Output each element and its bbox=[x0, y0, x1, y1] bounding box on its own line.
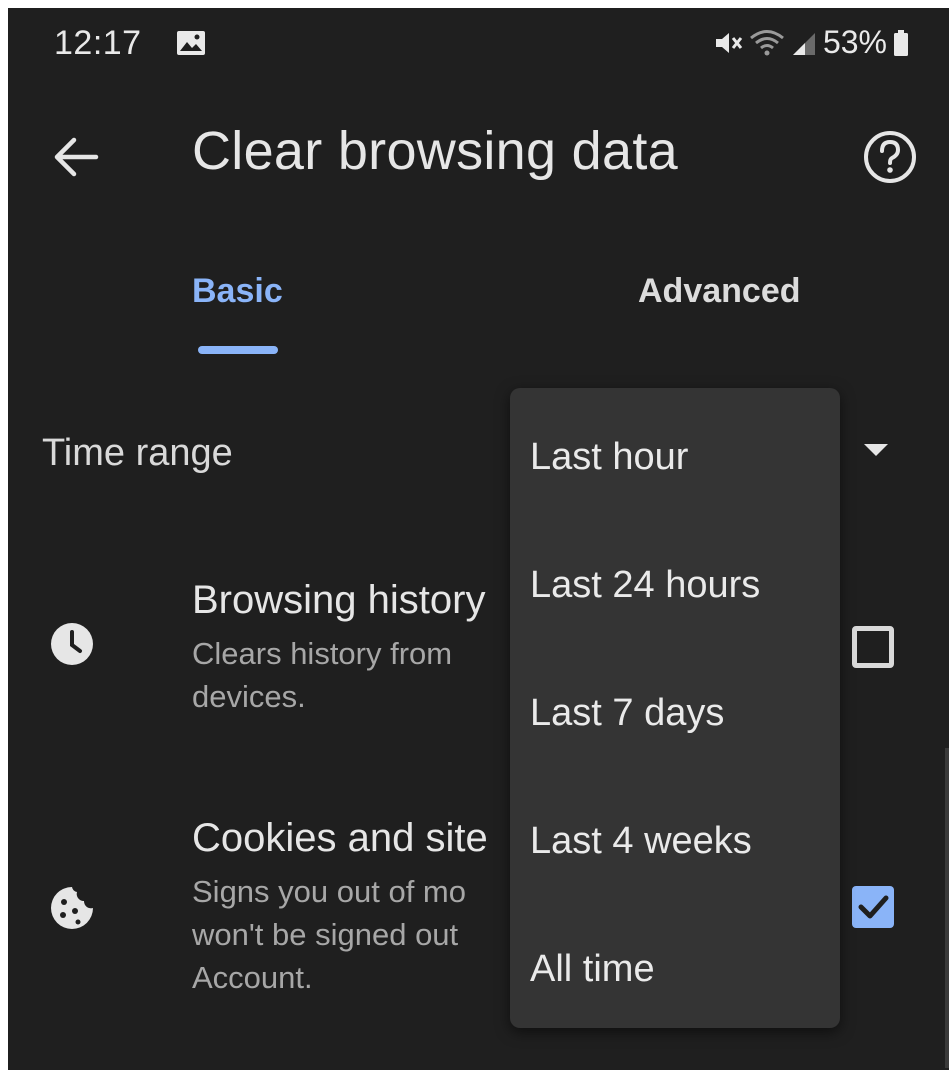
battery-icon bbox=[893, 29, 909, 57]
checkmark-icon bbox=[858, 895, 889, 919]
status-bar: 12:17 53% bbox=[8, 8, 949, 80]
back-arrow-icon[interactable] bbox=[50, 132, 100, 182]
tab-selected-indicator bbox=[198, 346, 278, 354]
browsing-history-checkbox[interactable] bbox=[852, 626, 894, 668]
page-title: Clear browsing data bbox=[192, 121, 678, 181]
cookie-icon bbox=[48, 884, 96, 932]
browsing-history-description-line: Clears history from bbox=[192, 636, 453, 671]
clock-icon bbox=[48, 620, 96, 668]
menu-option-last-4-weeks[interactable]: Last 4 weeks bbox=[530, 820, 752, 863]
cookies-checkbox[interactable] bbox=[852, 886, 894, 928]
battery-percent: 53% bbox=[822, 24, 887, 60]
dropdown-arrow-icon[interactable] bbox=[864, 444, 888, 458]
scrollbar[interactable] bbox=[945, 748, 949, 1068]
browsing-history-description-line: devices. bbox=[192, 679, 306, 714]
signal-icon bbox=[791, 29, 817, 57]
time-range-label: Time range bbox=[42, 432, 233, 474]
menu-option-last-hour[interactable]: Last hour bbox=[530, 436, 688, 479]
browsing-history-title: Browsing history bbox=[192, 578, 486, 622]
help-icon[interactable] bbox=[861, 128, 919, 186]
tab-basic[interactable]: Basic bbox=[192, 272, 283, 311]
status-icons: 53% bbox=[713, 24, 909, 61]
time-range-dropdown-menu: Last hour Last 24 hours Last 7 days Last… bbox=[510, 388, 840, 1028]
tab-advanced[interactable]: Advanced bbox=[638, 272, 801, 311]
cookies-description-line: Signs you out of mo bbox=[192, 874, 466, 909]
cookies-description-line: won't be signed out bbox=[192, 917, 459, 952]
browsing-history-description: Clears history from devices. bbox=[192, 632, 522, 718]
status-time: 12:17 bbox=[54, 24, 142, 62]
wifi-icon bbox=[749, 29, 785, 57]
screen: 12:17 53% Clear browsing data Basic Adva… bbox=[8, 8, 949, 1070]
mute-icon bbox=[713, 29, 743, 57]
menu-option-last-7-days[interactable]: Last 7 days bbox=[530, 692, 724, 735]
menu-option-all-time[interactable]: All time bbox=[530, 948, 655, 991]
cookies-description: Signs you out of mo won't be signed out … bbox=[192, 870, 522, 999]
cookies-description-line: Account. bbox=[192, 960, 313, 995]
menu-option-last-24-hours[interactable]: Last 24 hours bbox=[530, 564, 760, 607]
cookies-title: Cookies and site bbox=[192, 816, 488, 860]
tab-bar: Basic Advanced bbox=[8, 258, 949, 368]
app-bar: Clear browsing data bbox=[8, 108, 949, 208]
image-notification-icon bbox=[176, 30, 206, 61]
